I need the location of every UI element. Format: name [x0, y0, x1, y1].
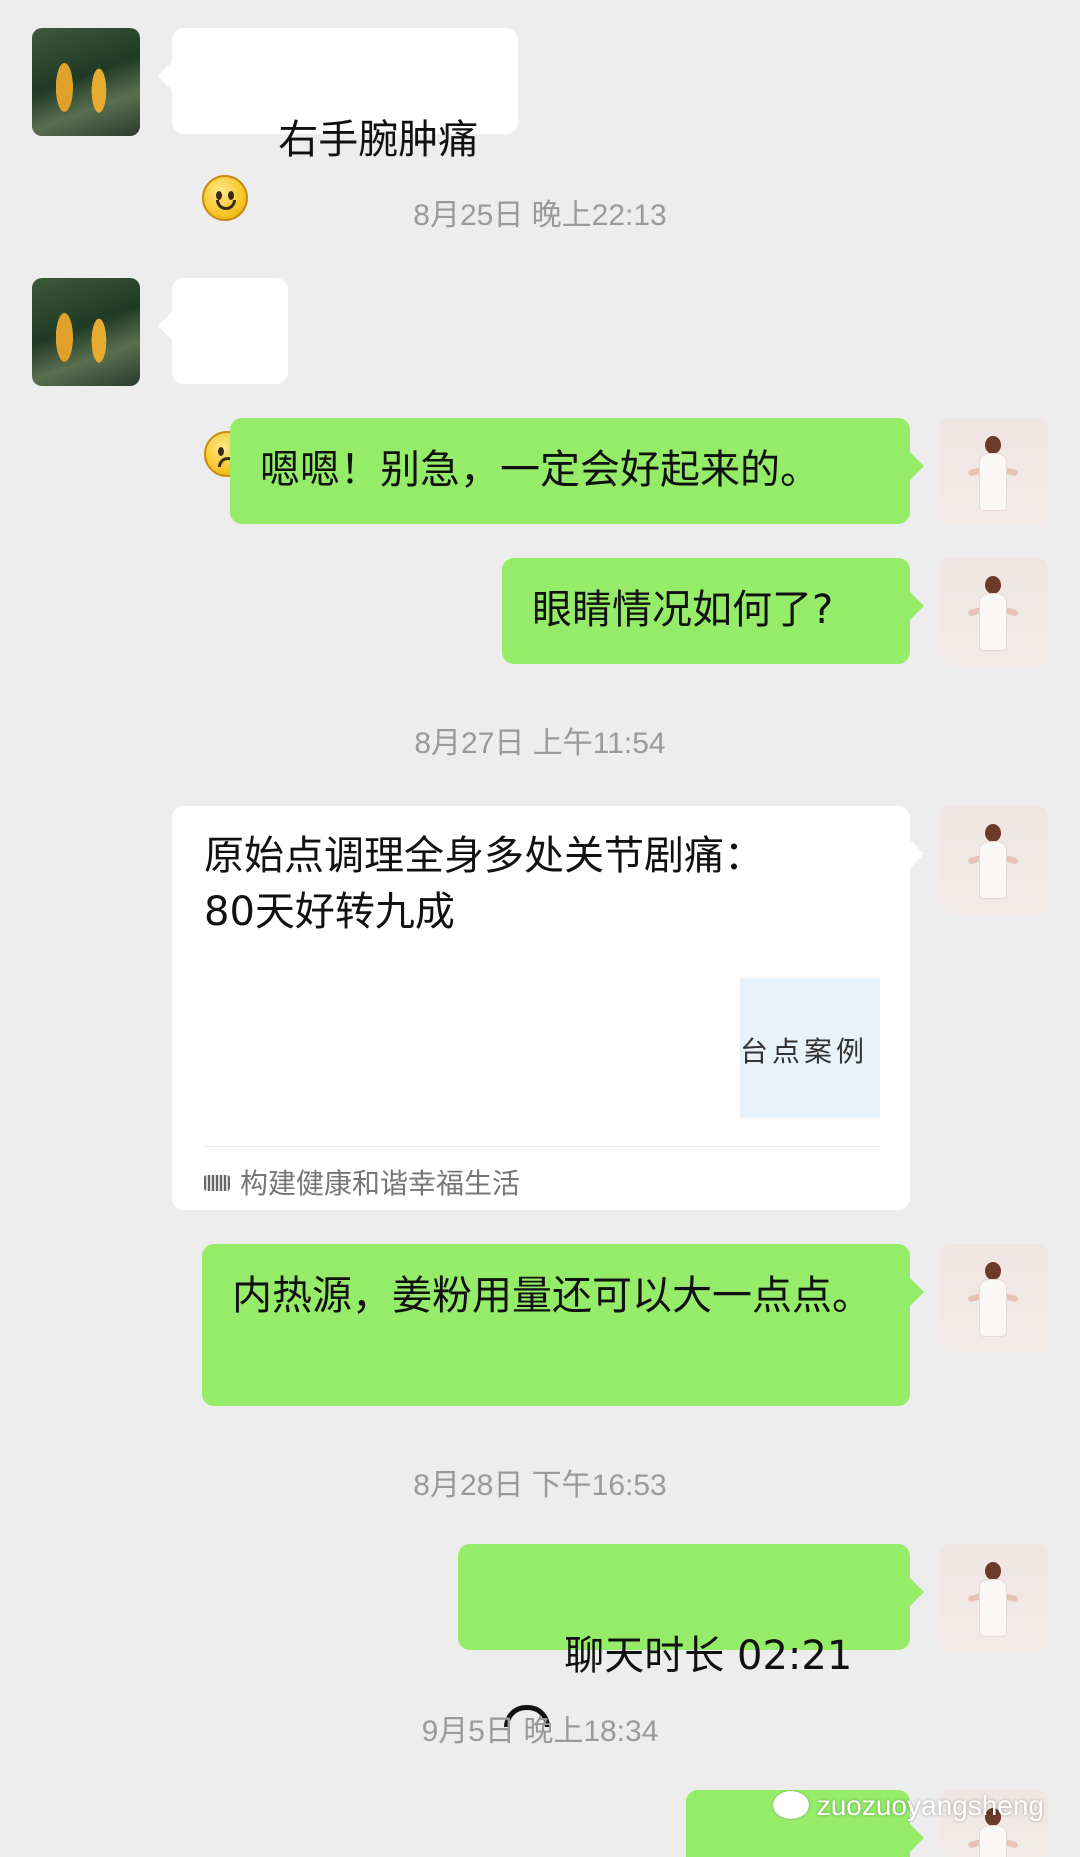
- card-divider: [204, 1146, 880, 1147]
- shared-article-card[interactable]: 原始点调理全身多处关节剧痛：80天好转九成 台点案例 构建健康和谐幸福生活: [172, 806, 924, 1210]
- my-avatar[interactable]: [940, 418, 1048, 526]
- contact-avatar[interactable]: [32, 28, 140, 136]
- call-record-bubble[interactable]: 聊天时长 02:21: [458, 1544, 924, 1727]
- outgoing-message-bubble[interactable]: 眼睛情况如何了?: [502, 558, 924, 664]
- message-text: 眼睛情况如何了?: [532, 587, 834, 633]
- my-avatar[interactable]: [940, 558, 1048, 666]
- thumbnail-text: 台点案例: [740, 1035, 869, 1068]
- chat-window: 右手腕肿痛 8月25日 晚上22:13 嗯嗯！别急，一定会好起来的。 眼睛情况如…: [0, 0, 1080, 1857]
- watermark-text: zuozuoyangsheng: [816, 1790, 1044, 1821]
- source-name: 构建健康和谐幸福生活: [240, 1167, 521, 1200]
- article-source: 构建健康和谐幸福生活: [204, 1162, 520, 1202]
- incoming-message-bubble[interactable]: [158, 278, 288, 477]
- my-avatar[interactable]: [940, 806, 1048, 914]
- watermark: zuozuoyangsheng: [772, 1790, 1044, 1822]
- timestamp: 8月28日 下午16:53: [413, 1469, 667, 1502]
- call-duration-text: 聊天时长 02:21: [564, 1633, 853, 1679]
- timestamp: 9月5日 晚上18:34: [421, 1715, 659, 1748]
- message-text: 内热源，姜粉用量还可以大一点点。: [232, 1273, 872, 1319]
- timestamp: 8月27日 上午11:54: [414, 727, 666, 760]
- my-avatar[interactable]: [940, 1244, 1048, 1352]
- source-logo-icon: [204, 1175, 230, 1191]
- message-text: 右手腕肿痛: [278, 117, 479, 163]
- message-text: 嗯嗯！别急，一定会好起来的。: [260, 447, 820, 493]
- outgoing-message-bubble[interactable]: 嗯嗯！别急，一定会好起来的。: [230, 418, 924, 524]
- outgoing-message-bubble[interactable]: 内热源，姜粉用量还可以大一点点。: [202, 1244, 924, 1406]
- incoming-message-bubble[interactable]: 右手腕肿痛: [158, 28, 518, 221]
- my-avatar[interactable]: [940, 1544, 1048, 1652]
- timestamp: 8月25日 晚上22:13: [413, 199, 667, 232]
- wechat-icon: [772, 1791, 809, 1819]
- contact-avatar[interactable]: [32, 278, 140, 386]
- article-title: 原始点调理全身多处关节剧痛：80天好转九成: [204, 833, 764, 935]
- article-thumbnail: 台点案例: [740, 978, 880, 1118]
